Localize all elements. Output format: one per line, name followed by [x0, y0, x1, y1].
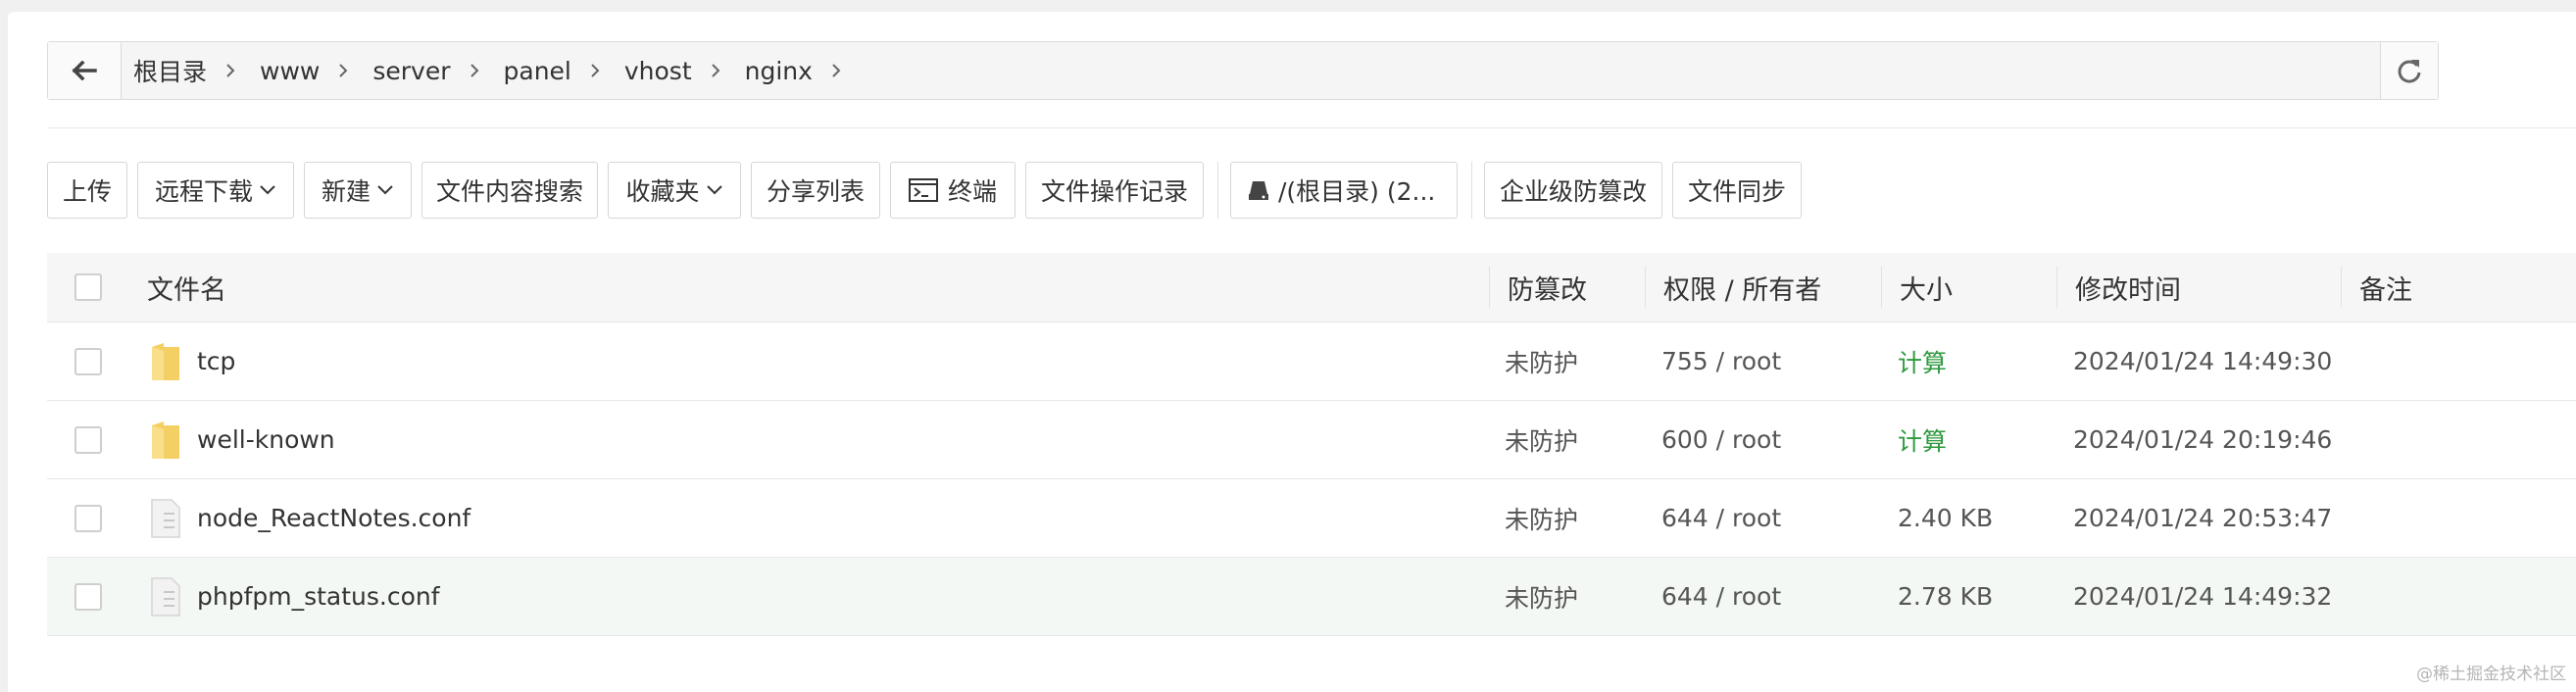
- disk-icon: [1247, 178, 1270, 202]
- tamper-status[interactable]: 未防护: [1505, 558, 1578, 635]
- column-permission[interactable]: 权限 / 所有者: [1663, 253, 1821, 321]
- table-header: 文件名 防篡改 权限 / 所有者 大小 修改时间 备注: [47, 253, 2576, 322]
- tamper-status[interactable]: 未防护: [1505, 322, 1578, 400]
- row-checkbox[interactable]: [74, 504, 102, 532]
- back-button[interactable]: [48, 42, 122, 99]
- permission-owner[interactable]: 755 / root: [1661, 322, 1781, 400]
- chevron-right-icon: [337, 62, 349, 79]
- folder-icon: [152, 342, 179, 380]
- crumb-www[interactable]: www: [260, 57, 372, 85]
- crumb-panel[interactable]: panel: [504, 57, 624, 85]
- file-table: 文件名 防篡改 权限 / 所有者 大小 修改时间 备注 tcp 未防护 755 …: [47, 253, 2576, 636]
- file-sync-button[interactable]: 文件同步: [1672, 162, 1802, 219]
- permission-owner[interactable]: 600 / root: [1661, 401, 1781, 478]
- crumb-root[interactable]: 根目录: [133, 53, 260, 88]
- column-separator: [2056, 267, 2057, 308]
- column-separator: [1881, 267, 1882, 308]
- toolbar-separator: [1471, 162, 1472, 219]
- tamper-status[interactable]: 未防护: [1505, 401, 1578, 478]
- path-bar: 根目录 www server panel vhost nginx: [47, 41, 2439, 100]
- permission-owner[interactable]: 644 / root: [1661, 558, 1781, 635]
- chevron-right-icon: [830, 62, 842, 79]
- file-name[interactable]: well-known: [197, 425, 335, 454]
- file-name[interactable]: node_ReactNotes.conf: [197, 504, 471, 532]
- terminal-icon: [908, 178, 938, 202]
- tamper-proof-button[interactable]: 企业级防篡改: [1484, 162, 1662, 219]
- file-name[interactable]: phpfpm_status.conf: [197, 582, 440, 611]
- file-size: 2.78 KB: [1898, 582, 1994, 611]
- new-button[interactable]: 新建: [304, 162, 412, 219]
- chevron-right-icon: [469, 62, 480, 79]
- content-search-button[interactable]: 文件内容搜索: [421, 162, 598, 219]
- chevron-down-icon: [706, 184, 723, 196]
- column-separator: [1645, 267, 1646, 308]
- chevron-down-icon: [259, 184, 276, 196]
- divider: [47, 127, 2576, 128]
- folder-icon: [152, 420, 179, 459]
- chevron-right-icon: [710, 62, 721, 79]
- table-row[interactable]: phpfpm_status.conf 未防护 644 / root 2.78 K…: [47, 558, 2576, 636]
- watermark: @稀土掘金技术社区: [2416, 665, 2566, 684]
- calc-size-link[interactable]: 计算: [1898, 322, 1947, 400]
- operation-log-button[interactable]: 文件操作记录: [1025, 162, 1204, 219]
- favorites-button[interactable]: 收藏夹: [608, 162, 741, 219]
- toolbar-separator: [1217, 162, 1218, 219]
- upload-button[interactable]: 上传: [47, 162, 127, 219]
- column-size[interactable]: 大小: [1900, 253, 1953, 321]
- terminal-button[interactable]: 终端: [890, 162, 1016, 219]
- column-note: 备注: [2359, 274, 2412, 306]
- modified-time: 2024/01/24 14:49:30: [2073, 347, 2333, 375]
- file-size: 2.40 KB: [1898, 504, 1994, 532]
- share-list-button[interactable]: 分享列表: [751, 162, 880, 219]
- breadcrumb: 根目录 www server panel vhost nginx: [122, 53, 2380, 88]
- disk-button[interactable]: /(根目录) (2...: [1230, 162, 1458, 219]
- row-checkbox[interactable]: [74, 582, 102, 611]
- modified-time: 2024/01/24 20:53:47: [2073, 504, 2333, 532]
- permission-owner[interactable]: 644 / root: [1661, 479, 1781, 557]
- select-all-checkbox[interactable]: [74, 273, 102, 301]
- row-checkbox[interactable]: [74, 425, 102, 454]
- table-row[interactable]: node_ReactNotes.conf 未防护 644 / root 2.40…: [47, 479, 2576, 558]
- file-name[interactable]: tcp: [197, 347, 235, 375]
- refresh-button[interactable]: [2380, 42, 2438, 99]
- modified-time: 2024/01/24 14:49:32: [2073, 582, 2333, 611]
- refresh-icon: [2398, 60, 2421, 83]
- crumb-nginx[interactable]: nginx: [745, 57, 866, 85]
- column-tamper[interactable]: 防篡改: [1508, 253, 1587, 321]
- column-mtime[interactable]: 修改时间: [2075, 253, 2181, 321]
- chevron-right-icon: [224, 62, 236, 79]
- row-checkbox[interactable]: [74, 347, 102, 375]
- column-separator: [1489, 267, 1490, 308]
- table-row[interactable]: tcp 未防护 755 / root 计算 2024/01/24 14:49:3…: [47, 322, 2576, 401]
- column-name[interactable]: 文件名: [147, 253, 226, 321]
- tamper-status[interactable]: 未防护: [1505, 479, 1578, 557]
- crumb-server[interactable]: server: [372, 57, 503, 85]
- chevron-right-icon: [589, 62, 601, 79]
- column-separator: [2341, 267, 2342, 308]
- file-icon: [151, 498, 180, 538]
- calc-size-link[interactable]: 计算: [1898, 401, 1947, 478]
- back-arrow-icon: [72, 61, 97, 80]
- chevron-down-icon: [376, 184, 394, 196]
- modified-time: 2024/01/24 20:19:46: [2073, 425, 2333, 454]
- table-row[interactable]: well-known 未防护 600 / root 计算 2024/01/24 …: [47, 401, 2576, 479]
- toolbar: 上传 远程下载 新建 文件内容搜索 收藏夹 分享列表 终端 文件操作记录 /(根…: [47, 161, 1811, 220]
- crumb-vhost[interactable]: vhost: [624, 57, 745, 85]
- remote-download-button[interactable]: 远程下载: [137, 162, 294, 219]
- file-icon: [151, 576, 180, 617]
